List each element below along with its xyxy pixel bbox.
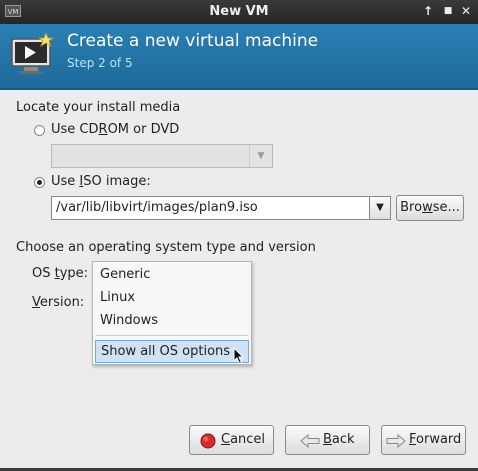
window-titlebar: VM New VM ↑ ■ ✕ (0, 0, 478, 24)
iso-path-input[interactable]: /var/lib/libvirt/images/plan9.iso (51, 196, 370, 220)
forward-arrow-icon (386, 434, 406, 448)
install-media-heading: Locate your install media (16, 100, 181, 115)
show-all-os-options-label: Show all OS options (101, 344, 231, 359)
vm-monitor-icon (11, 33, 54, 74)
cdrom-radio-label[interactable]: Use CDROM or DVD (51, 122, 179, 137)
os-option-linux[interactable]: Linux (100, 290, 135, 305)
header-banner: Create a new virtual machine Step 2 of 5 (0, 24, 478, 90)
show-all-os-options-item[interactable]: Show all OS options (95, 340, 249, 363)
cdrom-radio[interactable] (34, 125, 45, 136)
os-heading: Choose an operating system type and vers… (16, 240, 316, 255)
close-window-button[interactable]: ✕ (458, 3, 474, 19)
back-button[interactable]: Back (285, 425, 370, 455)
os-option-generic[interactable]: Generic (100, 267, 150, 282)
stop-icon (200, 433, 216, 449)
forward-button[interactable]: Forward (381, 425, 466, 455)
window-title: New VM (209, 4, 269, 19)
menu-separator (96, 335, 248, 336)
iso-radio-label[interactable]: Use ISO image: (51, 174, 151, 189)
version-label: Version: (32, 295, 85, 310)
maximize-window-button[interactable]: ■ (440, 3, 456, 19)
chevron-down-icon: ▼ (249, 145, 272, 167)
os-option-windows[interactable]: Windows (100, 313, 158, 328)
shade-window-button[interactable]: ↑ (420, 3, 436, 19)
banner-title: Create a new virtual machine (67, 31, 319, 51)
os-type-label: OS type: (32, 266, 89, 281)
chevron-down-icon: ▼ (376, 202, 384, 213)
back-arrow-icon (300, 434, 320, 448)
browse-button[interactable]: Browse... (396, 195, 464, 221)
iso-history-dropdown[interactable]: ▼ (369, 196, 391, 220)
cancel-button[interactable]: Cancel (189, 425, 274, 455)
banner-step: Step 2 of 5 (67, 56, 133, 70)
mouse-cursor-icon (233, 347, 245, 365)
cdrom-device-combo: ▼ (51, 144, 273, 168)
os-type-dropdown-menu: Generic Linux Windows Show all OS option… (92, 261, 252, 365)
iso-radio[interactable] (34, 177, 45, 188)
